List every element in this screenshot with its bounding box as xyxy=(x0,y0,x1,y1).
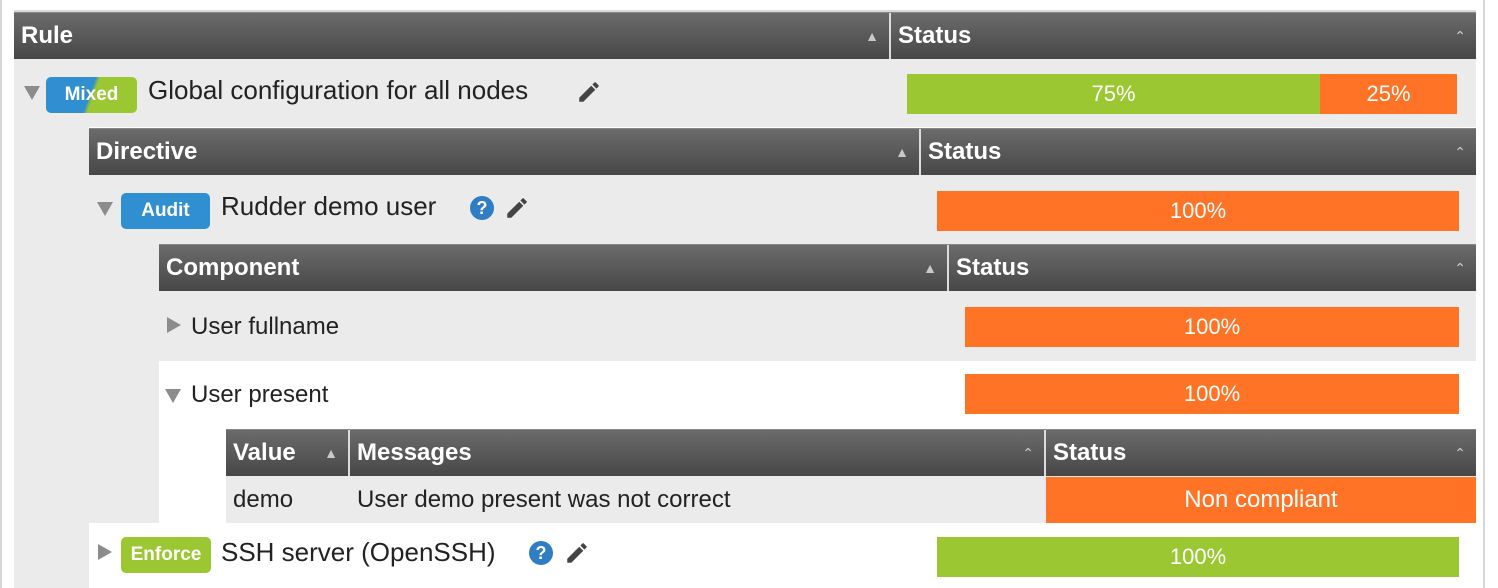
sort-up-icon[interactable]: ⌃ xyxy=(1022,430,1034,476)
status-header-label: Status xyxy=(898,22,972,49)
triangle-right-icon[interactable] xyxy=(98,544,112,560)
status-non-compliant: Non compliant xyxy=(1046,477,1476,523)
triangle-down-icon[interactable] xyxy=(24,86,40,100)
directive-column-header[interactable]: Directive ▲ xyxy=(89,129,921,175)
messages-header-label: Messages xyxy=(357,439,472,466)
directive-header-label: Directive xyxy=(96,138,198,165)
sort-up-icon[interactable]: ⌃ xyxy=(1454,129,1466,175)
status-header-label: Status xyxy=(956,254,1030,281)
mixed-badge: Mixed xyxy=(46,77,137,113)
compliance-bar-error: 25% xyxy=(1320,74,1457,114)
directive-row[interactable]: Enforce SSH server (OpenSSH) ? 100% xyxy=(89,523,1476,588)
rule-status-column-header[interactable]: Status ⌃ xyxy=(891,13,1476,59)
component-name[interactable]: User present xyxy=(191,381,328,409)
directive-name[interactable]: SSH server (OpenSSH) xyxy=(221,537,496,568)
sort-up-icon[interactable]: ▲ xyxy=(865,13,879,59)
component-status-column-header[interactable]: Status ⌃ xyxy=(949,245,1476,291)
compliance-bar-success: 75% xyxy=(907,74,1320,114)
value-column-header[interactable]: Value ▲ xyxy=(226,430,350,476)
value-status-column-header[interactable]: Status ⌃ xyxy=(1046,430,1476,476)
component-status-bar: 100% xyxy=(965,374,1459,414)
sort-up-icon[interactable]: ▲ xyxy=(324,430,338,476)
triangle-down-icon[interactable] xyxy=(97,202,113,216)
indent-band xyxy=(89,244,159,523)
component-row[interactable]: User fullname 100% xyxy=(159,291,1476,361)
value-cell: demo xyxy=(233,486,294,513)
rule-table-header: Rule ▲ Status ⌃ xyxy=(14,12,1476,59)
status-header-label: Status xyxy=(928,138,1002,165)
pencil-icon[interactable] xyxy=(576,79,602,105)
message-cell: User demo present was not correct xyxy=(357,486,731,513)
value-row[interactable]: demo User demo present was not correct N… xyxy=(226,476,1476,523)
directive-row[interactable]: Audit Rudder demo user ? 100% xyxy=(89,175,1476,244)
messages-column-header[interactable]: Messages ⌃ xyxy=(350,430,1046,476)
component-column-header[interactable]: Component ▲ xyxy=(159,245,949,291)
sort-up-icon[interactable]: ▲ xyxy=(895,129,909,175)
triangle-down-icon[interactable] xyxy=(165,389,181,403)
sort-up-icon[interactable]: ▲ xyxy=(923,245,937,291)
question-circle-icon[interactable]: ? xyxy=(470,196,494,220)
sort-up-icon[interactable]: ⌃ xyxy=(1454,430,1466,476)
component-row[interactable]: User present 100% xyxy=(159,361,1476,429)
pencil-icon[interactable] xyxy=(504,195,530,221)
component-table-header: Component ▲ Status ⌃ xyxy=(159,244,1476,291)
directive-status-bar: 100% xyxy=(937,191,1459,231)
compliance-panel: Rule ▲ Status ⌃ Mixed Global configurati… xyxy=(0,0,1485,588)
directive-name[interactable]: Rudder demo user xyxy=(221,191,436,222)
indent-band xyxy=(14,127,89,588)
rule-header-label: Rule xyxy=(21,22,74,49)
sort-up-icon[interactable]: ⌃ xyxy=(1454,245,1466,291)
value-header-label: Value xyxy=(233,439,296,466)
indent-band xyxy=(159,429,226,523)
audit-badge: Audit xyxy=(121,193,210,229)
pencil-icon[interactable] xyxy=(564,540,590,566)
directive-table-header: Directive ▲ Status ⌃ xyxy=(89,128,1476,175)
directive-status-column-header[interactable]: Status ⌃ xyxy=(921,129,1476,175)
directive-status-bar: 100% xyxy=(937,537,1459,577)
rule-column-header[interactable]: Rule ▲ xyxy=(14,13,891,59)
component-status-bar: 100% xyxy=(965,307,1459,347)
status-header-label: Status xyxy=(1053,439,1127,466)
component-name[interactable]: User fullname xyxy=(191,313,339,341)
sort-up-icon[interactable]: ⌃ xyxy=(1454,13,1466,59)
triangle-right-icon[interactable] xyxy=(167,317,181,333)
rule-name[interactable]: Global configuration for all nodes xyxy=(148,75,528,106)
rule-row[interactable]: Mixed Global configuration for all nodes… xyxy=(14,59,1476,127)
component-header-label: Component xyxy=(166,254,300,281)
question-circle-icon[interactable]: ? xyxy=(529,541,553,565)
value-table-header: Value ▲ Messages ⌃ Status ⌃ xyxy=(226,429,1476,476)
enforce-badge: Enforce xyxy=(121,537,211,573)
